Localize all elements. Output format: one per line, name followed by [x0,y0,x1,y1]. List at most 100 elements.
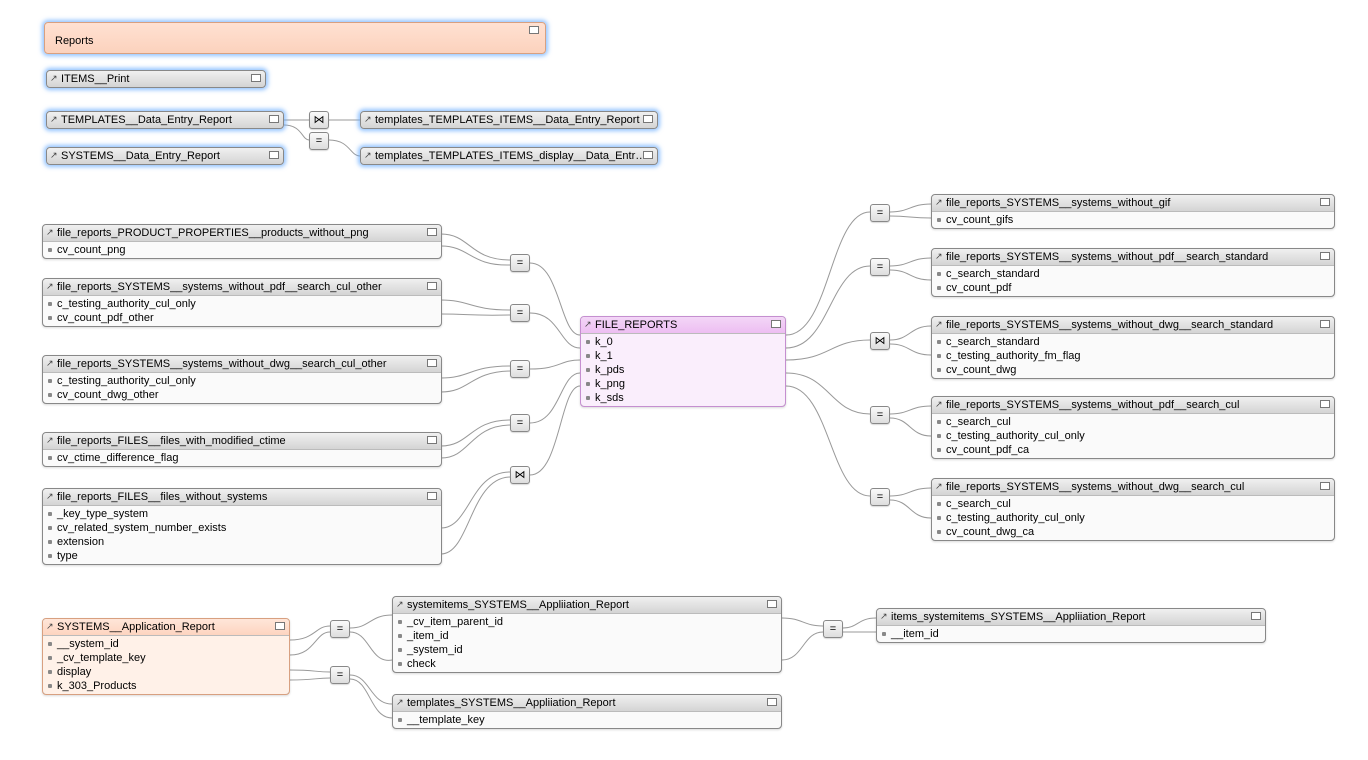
collapse-icon[interactable] [251,74,261,82]
node-templates-items-display-der[interactable]: templates_TEMPLATES_ITEMS_display__Data_… [360,147,658,165]
field: cv_count_dwg_ca [932,525,1334,539]
node-sys-without-dwg-cul[interactable]: file_reports_SYSTEMS__systems_without_dw… [42,355,442,404]
op-equal[interactable]: = [330,620,350,638]
field: _cv_template_key [43,651,289,665]
field: k_pds [581,363,785,377]
title: templates_SYSTEMS__Appliiation_Report [407,697,616,709]
field: cv_count_png [43,243,441,257]
title: SYSTEMS__Data_Entry_Report [61,150,220,162]
field: __item_id [877,627,1265,641]
collapse-icon[interactable] [643,151,653,159]
field: cv_count_dwg_other [43,388,441,402]
op-join[interactable]: ⋈ [870,332,890,350]
collapse-icon[interactable] [427,282,437,290]
field: _cv_item_parent_id [393,615,781,629]
node-files-without-systems[interactable]: file_reports_FILES__files_without_system… [42,488,442,565]
node-templates-items-der[interactable]: templates_TEMPLATES_ITEMS__Data_Entry_Re… [360,111,658,129]
title: file_reports_SYSTEMS__systems_without_pd… [57,281,382,293]
field: cv_count_gifs [932,213,1334,227]
collapse-icon[interactable] [771,320,781,328]
op-equal[interactable]: = [510,304,530,322]
field: __system_id [43,637,289,651]
node-sys-without-dwg-cul-r[interactable]: file_reports_SYSTEMS__systems_without_dw… [931,478,1335,541]
op-join[interactable]: ⋈ [309,111,329,129]
title: ITEMS__Print [61,73,129,85]
op-equal[interactable]: = [870,488,890,506]
node-products-without-png[interactable]: file_reports_PRODUCT_PROPERTIES__product… [42,224,442,259]
field: __template_key [393,713,781,727]
node-sys-without-pdf-cul-r[interactable]: file_reports_SYSTEMS__systems_without_pd… [931,396,1335,459]
op-equal[interactable]: = [870,204,890,222]
collapse-icon[interactable] [529,26,539,34]
collapse-icon[interactable] [767,600,777,608]
collapse-icon[interactable] [269,115,279,123]
node-templates-sys-app[interactable]: templates_SYSTEMS__Appliiation_Report __… [392,694,782,729]
field: c_testing_authority_fm_flag [932,349,1334,363]
collapse-icon[interactable] [1320,198,1330,206]
field: k_1 [581,349,785,363]
field: cv_count_pdf_ca [932,443,1334,457]
collapse-icon[interactable] [1320,482,1330,490]
field: cv_count_pdf_other [43,311,441,325]
collapse-icon[interactable] [1320,252,1330,260]
node-sys-without-pdf-cul[interactable]: file_reports_SYSTEMS__systems_without_pd… [42,278,442,327]
field: cv_related_system_number_exists [43,521,441,535]
op-equal[interactable]: = [510,414,530,432]
title: file_reports_FILES__files_without_system… [57,491,267,503]
node-systemitems-app[interactable]: systemitems_SYSTEMS__Appliiation_Report … [392,596,782,673]
title: file_reports_SYSTEMS__systems_without_pd… [946,399,1239,411]
reports-header[interactable]: Reports [44,22,546,54]
title: templates_TEMPLATES_ITEMS_display__Data_… [375,150,657,162]
title: file_reports_SYSTEMS__systems_without_pd… [946,251,1268,263]
collapse-icon[interactable] [427,359,437,367]
field: c_testing_authority_cul_only [932,511,1334,525]
field: cv_ctime_difference_flag [43,451,441,465]
collapse-icon[interactable] [269,151,279,159]
node-sys-without-gif[interactable]: file_reports_SYSTEMS__systems_without_gi… [931,194,1335,229]
collapse-icon[interactable] [767,698,777,706]
title: file_reports_FILES__files_with_modified_… [57,435,286,447]
field: cv_count_pdf [932,281,1334,295]
op-join[interactable]: ⋈ [510,466,530,484]
op-equal[interactable]: = [870,406,890,424]
title: file_reports_SYSTEMS__systems_without_dw… [946,319,1273,331]
collapse-icon[interactable] [427,492,437,500]
node-items-print[interactable]: ITEMS__Print [46,70,266,88]
op-equal[interactable]: = [510,254,530,272]
node-systems-app-report[interactable]: SYSTEMS__Application_Report __system_id … [42,618,290,695]
node-files-modified-ctime[interactable]: file_reports_FILES__files_with_modified_… [42,432,442,467]
field: c_testing_authority_cul_only [932,429,1334,443]
title: SYSTEMS__Application_Report [57,621,215,633]
title: file_reports_PRODUCT_PROPERTIES__product… [57,227,369,239]
op-equal[interactable]: = [510,360,530,378]
field: k_303_Products [43,679,289,693]
field: c_search_standard [932,335,1334,349]
title: file_reports_SYSTEMS__systems_without_gi… [946,197,1170,209]
op-equal[interactable]: = [309,132,329,150]
collapse-icon[interactable] [1251,612,1261,620]
field: extension [43,535,441,549]
collapse-icon[interactable] [427,436,437,444]
reports-label: Reports [55,35,94,47]
collapse-icon[interactable] [1320,400,1330,408]
node-file-reports[interactable]: FILE_REPORTS k_0 k_1 k_pds k_png k_sds [580,316,786,407]
op-equal[interactable]: = [823,620,843,638]
collapse-icon[interactable] [1320,320,1330,328]
collapse-icon[interactable] [427,228,437,236]
title: file_reports_SYSTEMS__systems_without_dw… [946,481,1244,493]
title: FILE_REPORTS [595,319,677,331]
node-items-systemitems-app[interactable]: items_systemitems_SYSTEMS__Appliiation_R… [876,608,1266,643]
node-sys-without-dwg-std[interactable]: file_reports_SYSTEMS__systems_without_dw… [931,316,1335,379]
node-systems-der[interactable]: SYSTEMS__Data_Entry_Report [46,147,284,165]
node-templates-der[interactable]: TEMPLATES__Data_Entry_Report [46,111,284,129]
collapse-icon[interactable] [643,115,653,123]
field: _system_id [393,643,781,657]
node-sys-without-pdf-std[interactable]: file_reports_SYSTEMS__systems_without_pd… [931,248,1335,297]
title: systemitems_SYSTEMS__Appliiation_Report [407,599,629,611]
op-equal[interactable]: = [870,258,890,276]
title: TEMPLATES__Data_Entry_Report [61,114,232,126]
field: _key_type_system [43,507,441,521]
field: c_search_cul [932,497,1334,511]
collapse-icon[interactable] [275,622,285,630]
op-equal[interactable]: = [330,666,350,684]
